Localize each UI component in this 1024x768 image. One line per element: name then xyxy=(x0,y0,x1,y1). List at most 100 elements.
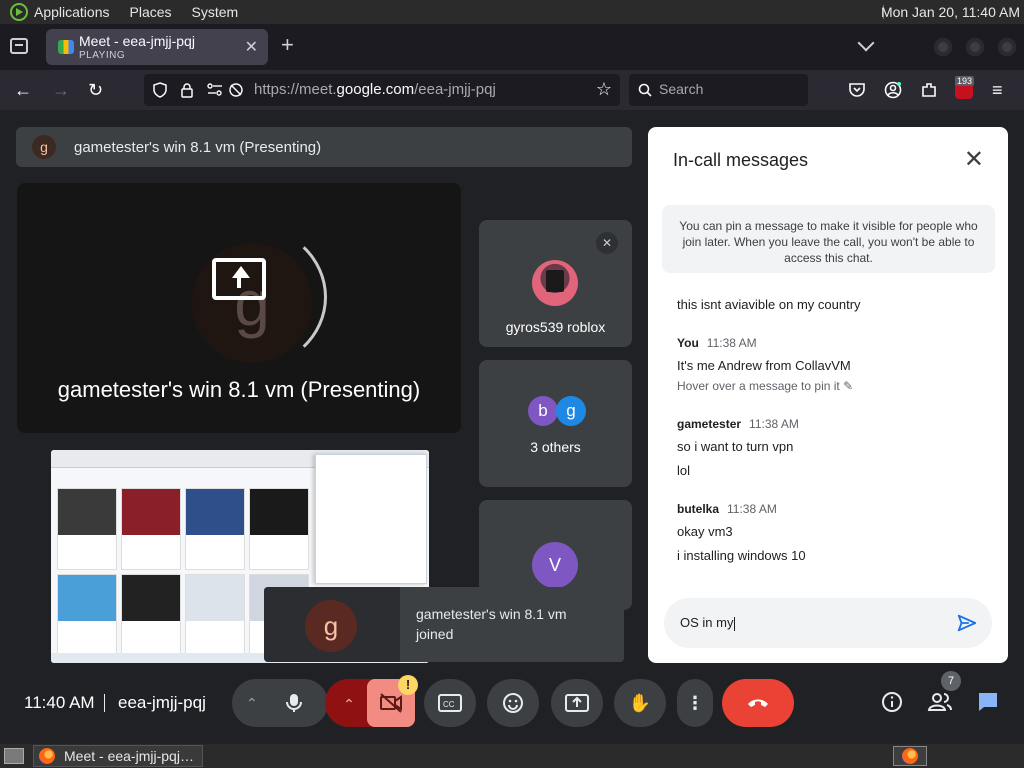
new-tab-button[interactable]: + xyxy=(281,32,294,58)
menu-places[interactable]: Places xyxy=(130,4,172,20)
meeting-code[interactable]: eea-jmjj-pqj xyxy=(118,693,206,713)
chat-button[interactable] xyxy=(975,690,1001,716)
raise-hand-button[interactable]: ✋ xyxy=(614,679,666,727)
send-icon[interactable] xyxy=(956,612,978,634)
search-placeholder: Search xyxy=(659,81,704,97)
pinned-presenter-bar[interactable]: g gametester's win 8.1 vm (Presenting) xyxy=(16,127,632,167)
captions-button[interactable]: CC xyxy=(424,679,476,727)
shield-icon[interactable] xyxy=(152,82,168,98)
in-call-messages-panel: In-call messages ✕ You can pin a message… xyxy=(648,127,1008,663)
close-window-button[interactable] xyxy=(998,38,1016,56)
url-text[interactable]: https://meet.google.com/eea-jmjj-pqj xyxy=(254,81,496,98)
maximize-button[interactable] xyxy=(966,38,984,56)
present-screen-icon xyxy=(212,258,266,300)
participant-count-badge: 7 xyxy=(941,671,961,691)
meeting-details-button[interactable] xyxy=(879,690,905,716)
chat-message[interactable]: okay vm3 xyxy=(677,524,733,539)
video-options-chevron-icon: ⌃ xyxy=(343,696,355,712)
preview-card xyxy=(121,488,181,570)
camera-blocked-icon[interactable] xyxy=(228,82,244,98)
os-clock[interactable]: Mon Jan 20, 11:40 AM xyxy=(881,4,1020,20)
emoji-icon xyxy=(503,693,523,713)
menu-applications[interactable]: Applications xyxy=(34,4,110,20)
svg-text:CC: CC xyxy=(443,700,455,709)
toast-text: gametester's win 8.1 vm joined xyxy=(416,606,567,642)
more-options-button[interactable]: ⋮ xyxy=(677,679,713,727)
video-options-chevron[interactable]: ⌃ xyxy=(325,679,373,727)
lock-icon[interactable] xyxy=(180,82,194,98)
firefox-icon xyxy=(39,748,55,764)
tab-playing-status: PLAYING xyxy=(79,50,126,61)
pinned-label: gametester's win 8.1 vm (Presenting) xyxy=(74,138,322,156)
tab-overview-icon[interactable] xyxy=(10,38,28,54)
present-screen-icon xyxy=(565,694,589,712)
tab-meet[interactable]: Meet - eea-jmjj-pqj PLAYING ✕ xyxy=(46,29,268,65)
close-icon[interactable]: ✕ xyxy=(964,145,984,174)
back-arrow-icon[interactable]: ← xyxy=(14,80,32,100)
workspace-switcher[interactable] xyxy=(893,746,927,766)
preview-card xyxy=(57,574,117,656)
preview-card xyxy=(185,574,245,656)
participant-tile-others[interactable]: b g 3 others xyxy=(479,360,632,487)
time-code-divider xyxy=(104,694,105,712)
chat-message[interactable]: so i want to turn vpn xyxy=(677,439,793,454)
meet-stage: g gametester's win 8.1 vm (Presenting) g… xyxy=(0,110,1024,744)
chat-input-text[interactable]: OS in my xyxy=(680,615,736,631)
taskbar-window-title: Meet - eea-jmjj-pqj xyxy=(64,748,180,764)
present-now-button[interactable] xyxy=(551,679,603,727)
permissions-icon[interactable] xyxy=(206,82,224,98)
info-icon xyxy=(882,692,902,712)
tab-list-chevron-icon[interactable] xyxy=(857,34,875,52)
presentation-tile[interactable]: g gametester's win 8.1 vm (Presenting) xyxy=(17,183,461,433)
menu-system[interactable]: System xyxy=(192,4,239,20)
reload-icon[interactable]: ↻ xyxy=(88,80,103,100)
audio-options-chevron-icon[interactable]: ⌃ xyxy=(246,679,258,727)
search-bar[interactable]: Search xyxy=(629,74,808,106)
leave-call-button[interactable] xyxy=(722,679,794,727)
presenting-label: gametester's win 8.1 vm (Presenting) xyxy=(57,377,421,402)
join-notification[interactable]: g gametester's win 8.1 vm joined xyxy=(264,587,624,662)
message-sender: You 11:38 AM xyxy=(677,336,757,350)
extension-badge: 193 xyxy=(955,76,975,86)
chat-message[interactable]: i installing windows 10 xyxy=(677,548,806,563)
os-top-panel: Applications Places System Mon Jan 20, 1… xyxy=(0,0,1024,24)
tab-close-icon[interactable]: ✕ xyxy=(245,37,258,57)
bookmark-star-icon[interactable]: ☆ xyxy=(596,79,612,100)
forward-arrow-icon[interactable]: → xyxy=(52,80,70,100)
chat-message-input[interactable]: OS in my xyxy=(664,598,992,648)
meet-control-bar: 11:40 AM eea-jmjj-pqj ⌃ ⌃ ! CC ✋ ⋮ 7 xyxy=(0,664,1024,742)
chat-message-list[interactable]: this isnt aviavible on my country You 11:… xyxy=(677,277,987,597)
navigation-bar: ← → ↻ https://meet.google.com/eea-jmjj-p… xyxy=(0,70,1024,110)
pocket-icon[interactable] xyxy=(848,81,866,99)
microphone-icon[interactable] xyxy=(283,692,305,714)
taskbar-window-firefox[interactable]: Meet - eea-jmjj-pqj… xyxy=(33,745,203,767)
meeting-time: 11:40 AM xyxy=(24,693,95,712)
search-icon xyxy=(638,83,652,97)
meet-favicon-icon xyxy=(58,40,74,54)
chat-icon xyxy=(979,693,997,711)
chat-message[interactable]: this isnt aviavible on my country xyxy=(677,297,861,312)
distro-logo-icon[interactable] xyxy=(10,3,28,21)
preview-card xyxy=(185,488,245,570)
participant-tile-gyros[interactable]: ✕ gyros539 roblox xyxy=(479,220,632,347)
toast-avatar: g xyxy=(305,600,357,652)
participant-avatar-b: b xyxy=(528,396,558,426)
url-bar[interactable]: https://meet.google.com/eea-jmjj-pqj ☆ xyxy=(144,74,620,106)
hamburger-menu-icon[interactable]: ≡ xyxy=(992,80,1003,100)
people-icon xyxy=(927,693,952,711)
participant-name: gyros539 roblox xyxy=(505,319,606,335)
preview-card xyxy=(57,488,117,570)
account-icon[interactable] xyxy=(884,81,902,99)
mic-control-group: ⌃ xyxy=(232,679,328,727)
minimize-button[interactable] xyxy=(934,38,952,56)
others-count-label: 3 others xyxy=(530,439,581,455)
pin-info-banner: You can pin a message to make it visible… xyxy=(662,205,995,273)
pin-hint: Hover over a message to pin it ✎ xyxy=(677,379,854,393)
people-button[interactable] xyxy=(927,690,953,716)
chat-message[interactable]: lol xyxy=(677,463,690,478)
chat-message[interactable]: It's me Andrew from CollavVM xyxy=(677,358,851,373)
show-desktop-icon[interactable] xyxy=(4,748,24,764)
browser-tab-strip: Meet - eea-jmjj-pqj PLAYING ✕ + xyxy=(0,24,1024,70)
extensions-puzzle-icon[interactable] xyxy=(920,81,938,99)
reactions-button[interactable] xyxy=(487,679,539,727)
